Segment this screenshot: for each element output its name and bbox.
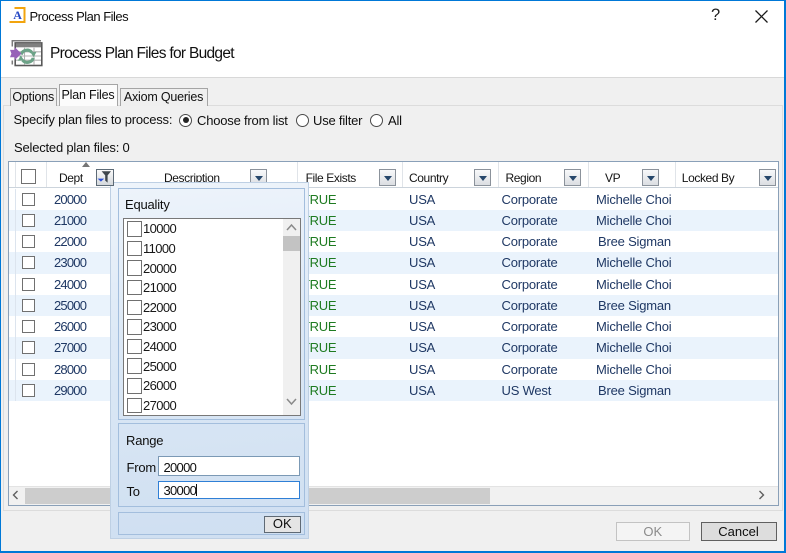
svg-text:A: A [13, 8, 22, 22]
